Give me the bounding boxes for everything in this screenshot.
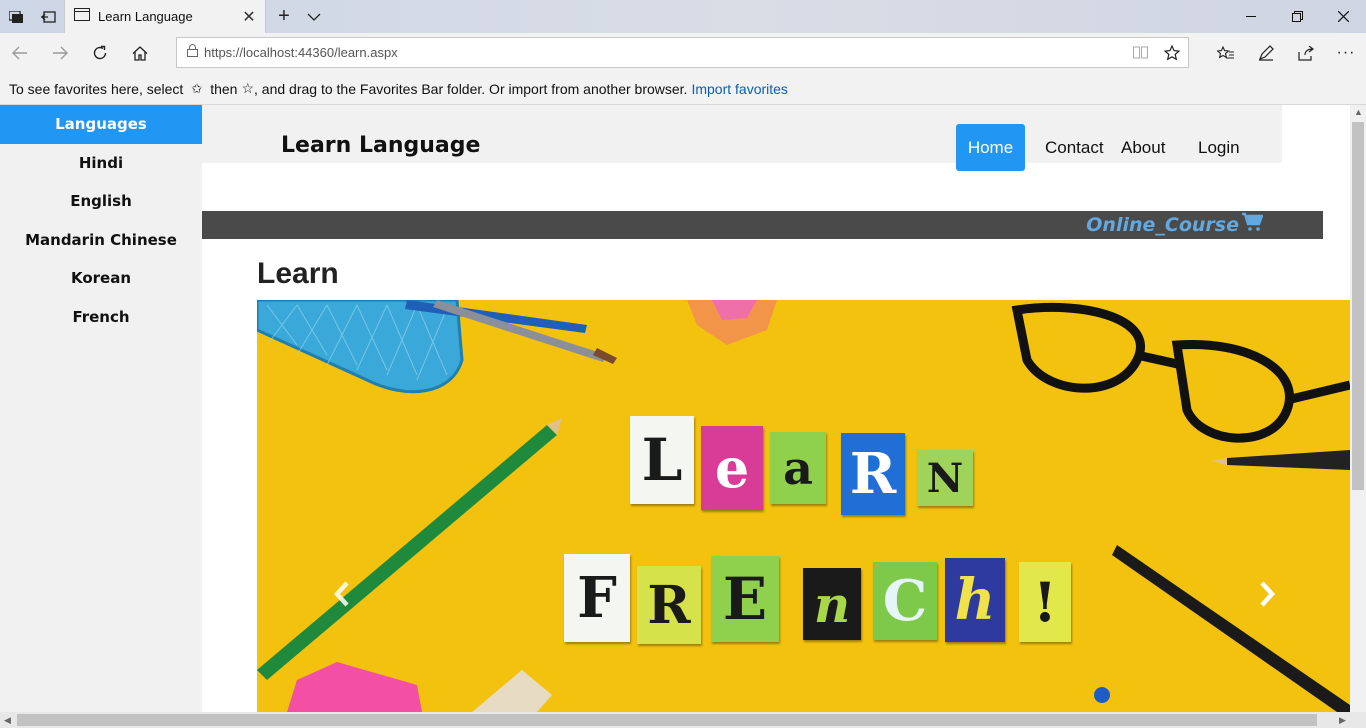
favbar-text-1: To see favorites here, select (9, 80, 184, 97)
online-course-link[interactable]: Online_Course (1086, 212, 1264, 237)
browser-tab-bar: Learn Language ✕ + (0, 0, 1366, 33)
sidebar-item-hindi[interactable]: Hindi (0, 144, 202, 183)
vertical-scrollbar[interactable]: ▲ (1350, 105, 1366, 712)
scroll-left-icon[interactable]: ◀ (4, 715, 11, 726)
star-small-icon: ☆ (241, 80, 255, 96)
forward-icon[interactable] (40, 33, 80, 73)
tile-letter: F (564, 554, 630, 642)
favorite-star-icon[interactable] (1156, 37, 1188, 68)
scroll-up-icon[interactable]: ▲ (1354, 107, 1363, 117)
close-window-icon[interactable] (1320, 0, 1366, 33)
address-bar-row: https://localhost:44360/learn.aspx ··· (0, 33, 1366, 73)
tile-letter: ! (1019, 562, 1071, 642)
tab-manager-icon[interactable] (0, 0, 32, 33)
scroll-right-icon[interactable]: ▶ (1339, 715, 1346, 726)
site-header: Learn Language Home Contact About Login (202, 105, 1282, 171)
site-brand[interactable]: Learn Language (281, 133, 480, 158)
restore-icon[interactable] (1274, 0, 1320, 33)
tile-letter: N (917, 450, 973, 506)
share-icon[interactable] (1286, 33, 1326, 73)
more-icon[interactable]: ··· (1326, 33, 1366, 73)
home-icon[interactable] (120, 33, 160, 73)
address-field[interactable]: https://localhost:44360/learn.aspx (176, 37, 1189, 68)
tile-letter: e (701, 426, 763, 510)
tile-letter: L (630, 416, 694, 504)
tile-letter: a (770, 432, 826, 504)
favorites-bar: To see favorites here, select ✩ then ☆ ,… (0, 73, 1366, 105)
learn-french-photo (257, 300, 1350, 712)
sidebar-item-languages[interactable]: Languages (0, 105, 202, 144)
tile-letter: R (637, 566, 701, 644)
favbar-text-3: , and drag to the Favorites Bar folder. … (254, 80, 688, 97)
import-favorites-link[interactable]: Import favorites (691, 81, 787, 97)
sidebar-item-english[interactable]: English (0, 182, 202, 221)
tile-letter: C (873, 562, 937, 640)
course-banner: Online_Course (202, 211, 1323, 239)
tile-letter: n (803, 568, 861, 640)
page-icon (74, 7, 90, 26)
page-viewport: Languages Hindi English Mandarin Chinese… (0, 105, 1350, 712)
tile-letter: R (841, 433, 905, 515)
shopping-cart-icon (1241, 212, 1264, 237)
back-icon[interactable] (0, 33, 40, 73)
chevron-down-icon[interactable] (298, 0, 330, 33)
refresh-icon[interactable] (80, 33, 120, 73)
image-carousel: L e a R N F R E n C h ! (257, 300, 1350, 712)
tab-title: Learn Language (98, 9, 193, 24)
minimize-icon[interactable] (1228, 0, 1274, 33)
horizontal-scrollbar[interactable]: ◀ ▶ (0, 712, 1366, 728)
nav-contact[interactable]: Contact (1045, 124, 1104, 171)
tab-learn-language[interactable]: Learn Language ✕ (64, 0, 266, 33)
page-heading: Learn (257, 257, 339, 290)
carousel-prev-icon[interactable] (327, 574, 357, 614)
tile-letter: E (711, 556, 779, 642)
tile-letter: h (945, 558, 1005, 642)
favbar-text-2: then (210, 80, 238, 97)
favorites-hub-icon[interactable] (1206, 33, 1246, 73)
carousel-next-icon[interactable] (1252, 574, 1282, 614)
new-tab-icon[interactable]: + (268, 0, 300, 33)
lock-icon (187, 43, 198, 62)
sidebar-item-french[interactable]: French (0, 298, 202, 337)
sidebar-item-korean[interactable]: Korean (0, 259, 202, 298)
nav-login[interactable]: Login (1198, 124, 1240, 171)
reading-view-icon[interactable] (1124, 37, 1156, 68)
horizontal-scroll-thumb[interactable] (17, 714, 1317, 726)
pen-icon[interactable] (1246, 33, 1286, 73)
url-text: https://localhost:44360/learn.aspx (204, 45, 398, 60)
close-tab-icon[interactable]: ✕ (233, 7, 265, 27)
favorites-hub-small-icon: ✩ (191, 80, 203, 96)
set-tabs-aside-icon[interactable] (32, 0, 64, 33)
nav-about[interactable]: About (1121, 124, 1165, 171)
vertical-scroll-thumb[interactable] (1352, 122, 1364, 490)
online-course-label: Online_Course (1086, 213, 1239, 236)
nav-home[interactable]: Home (956, 124, 1025, 171)
sidebar-item-mandarin-chinese[interactable]: Mandarin Chinese (0, 221, 202, 260)
language-sidebar: Languages Hindi English Mandarin Chinese… (0, 105, 202, 712)
